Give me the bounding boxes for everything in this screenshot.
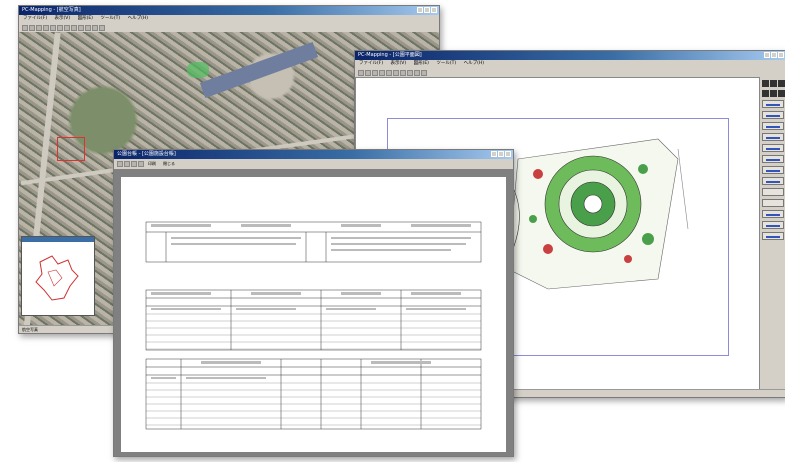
toolbar-button-icon[interactable]	[421, 69, 427, 76]
side-panel-button-icon[interactable]	[777, 90, 785, 97]
side-panel-button[interactable]	[762, 144, 784, 152]
form-preview-area	[114, 169, 513, 456]
side-panel-button[interactable]	[762, 188, 784, 196]
window-maximize-icon[interactable]	[771, 52, 777, 58]
side-panel-button[interactable]	[762, 177, 784, 185]
side-panel-button-icon[interactable]	[777, 80, 785, 87]
menu-shape[interactable]: 図形(E)	[78, 16, 93, 21]
window-close-icon[interactable]	[431, 7, 437, 13]
toolbar-button-icon[interactable]	[99, 24, 105, 31]
toolbar-button-icon[interactable]	[85, 24, 91, 31]
side-panel-button[interactable]	[762, 210, 784, 218]
toolbar-button-icon[interactable]	[407, 69, 413, 76]
toolbar-button-icon[interactable]	[365, 69, 371, 76]
ledger-sheet	[121, 177, 506, 452]
window-maximize-icon[interactable]	[424, 7, 430, 13]
toolbar-button-icon[interactable]	[400, 69, 406, 76]
park-highlight	[187, 62, 209, 78]
menu-tools[interactable]: ツール(T)	[436, 61, 456, 66]
cad-side-panel	[760, 77, 785, 390]
toolbar-button-icon[interactable]	[71, 24, 77, 31]
side-panel-button[interactable]	[762, 166, 784, 174]
side-panel-button[interactable]	[762, 232, 784, 240]
overview-map[interactable]	[21, 236, 95, 316]
menu-shape[interactable]: 図形(E)	[414, 61, 429, 66]
ledger-table-grid	[145, 221, 482, 430]
window-maximize-icon[interactable]	[498, 151, 504, 157]
aerial-status-text: 航空写真	[22, 327, 38, 332]
side-panel-button-icon[interactable]	[769, 90, 777, 97]
toolbar-button-icon[interactable]	[117, 161, 123, 167]
toolbar-button-icon[interactable]	[43, 24, 49, 31]
ledger-form-window[interactable]: 公園台帳 - [公園施設台帳] 印刷 閉じる	[113, 149, 514, 457]
toolbar-button-icon[interactable]	[379, 69, 385, 76]
selection-marker	[57, 137, 85, 161]
toolbar-button-icon[interactable]	[358, 69, 364, 76]
side-panel-button[interactable]	[762, 100, 784, 108]
window-minimize-icon[interactable]	[764, 52, 770, 58]
toolbar-button-icon[interactable]	[92, 24, 98, 31]
cad-window-controls[interactable]	[764, 52, 784, 58]
side-panel-button[interactable]	[762, 155, 784, 163]
toolbar-button-icon[interactable]	[29, 24, 35, 31]
window-minimize-icon[interactable]	[417, 7, 423, 13]
cad-window-title: PC-Mapping - [公園平面図]	[358, 52, 422, 58]
side-panel-button[interactable]	[762, 122, 784, 130]
menu-view[interactable]: 表示(V)	[391, 61, 407, 66]
side-panel-button[interactable]	[762, 221, 784, 229]
side-panel-button[interactable]	[762, 133, 784, 141]
toolbar-button-icon[interactable]	[372, 69, 378, 76]
side-panel-button-icon[interactable]	[769, 80, 777, 87]
print-button[interactable]: 印刷	[148, 161, 156, 167]
menu-file[interactable]: ファイル(F)	[359, 61, 383, 66]
toolbar-button-icon[interactable]	[36, 24, 42, 31]
side-panel-button[interactable]	[762, 111, 784, 119]
window-close-icon[interactable]	[778, 52, 784, 58]
menu-tools[interactable]: ツール(T)	[100, 16, 120, 21]
cad-window-titlebar[interactable]: PC-Mapping - [公園平面図]	[355, 51, 785, 60]
aerial-menubar: ファイル(F) 表示(V) 図形(E) ツール(T) ヘルプ(H)	[19, 15, 439, 23]
form-window-title: 公園台帳 - [公園施設台帳]	[117, 151, 176, 157]
side-panel-button[interactable]	[762, 199, 784, 207]
toolbar-button-icon[interactable]	[124, 161, 130, 167]
toolbar-button-icon[interactable]	[64, 24, 70, 31]
toolbar-button-icon[interactable]	[386, 69, 392, 76]
side-panel-icon-row	[761, 90, 785, 97]
toolbar-button-icon[interactable]	[50, 24, 56, 31]
form-window-titlebar[interactable]: 公園台帳 - [公園施設台帳]	[114, 150, 513, 159]
window-close-icon[interactable]	[505, 151, 511, 157]
menu-help[interactable]: ヘルプ(H)	[464, 61, 484, 66]
side-panel-button-icon[interactable]	[761, 90, 769, 97]
aerial-window-titlebar[interactable]: PC-Mapping - [航空写真]	[19, 6, 439, 15]
cad-menubar: ファイル(F) 表示(V) 図形(E) ツール(T) ヘルプ(H)	[355, 60, 785, 68]
side-panel-icon-row	[761, 80, 785, 87]
aerial-window-title: PC-Mapping - [航空写真]	[22, 7, 81, 13]
toolbar-button-icon[interactable]	[138, 161, 144, 167]
toolbar-button-icon[interactable]	[131, 161, 137, 167]
toolbar-button-icon[interactable]	[57, 24, 63, 31]
building-roof	[199, 41, 319, 99]
window-minimize-icon[interactable]	[491, 151, 497, 157]
menu-view[interactable]: 表示(V)	[55, 16, 71, 21]
side-panel-button-icon[interactable]	[761, 80, 769, 87]
menu-file[interactable]: ファイル(F)	[23, 16, 47, 21]
form-window-controls[interactable]	[491, 151, 511, 157]
toolbar-button-icon[interactable]	[414, 69, 420, 76]
toolbar-button-icon[interactable]	[78, 24, 84, 31]
toolbar-button-icon[interactable]	[22, 24, 28, 31]
menu-help[interactable]: ヘルプ(H)	[128, 16, 148, 21]
close-button[interactable]: 閉じる	[163, 161, 175, 167]
aerial-window-controls[interactable]	[417, 7, 437, 13]
overview-map-shape	[35, 255, 79, 301]
toolbar-button-icon[interactable]	[393, 69, 399, 76]
